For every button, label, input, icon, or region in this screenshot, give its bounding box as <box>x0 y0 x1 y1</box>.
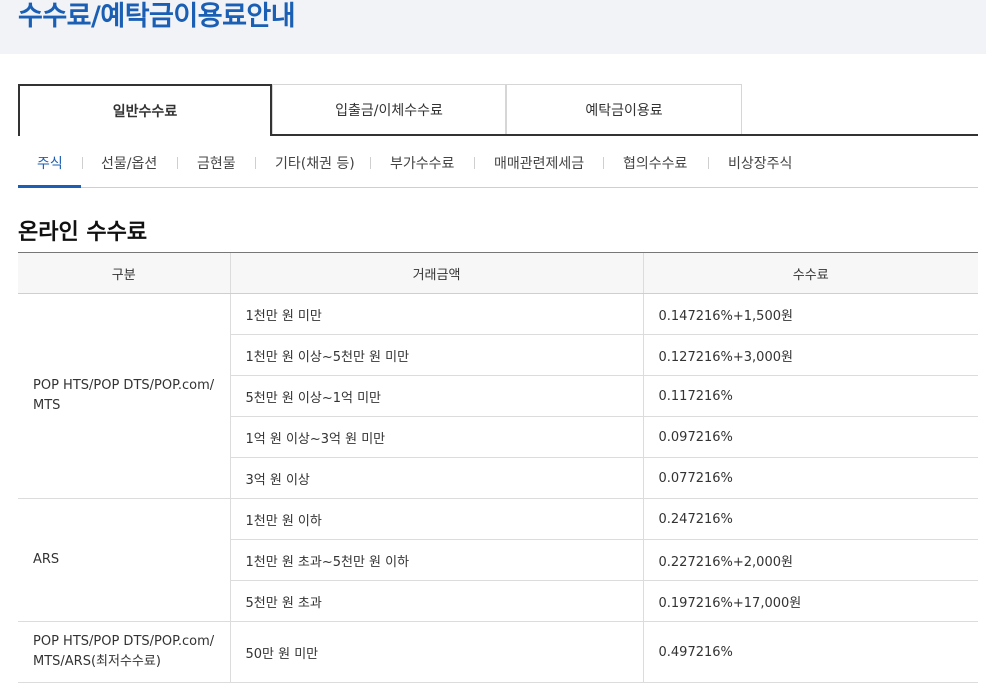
amount-cell: 3억 원 이상 <box>230 457 643 499</box>
subtab-additional-fee[interactable]: 부가수수료 <box>390 140 454 186</box>
fee-cell: 0.097216% <box>642 416 978 458</box>
amount-cell: 1천만 원 초과~5천만 원 이하 <box>230 539 643 581</box>
sub-tabs: 주식 선물/옵션 금현물 기타(채권 등) 부가수수료 매매관련제세금 협의수수… <box>18 140 978 188</box>
amount-cell: 1천만 원 미만 <box>229 293 643 335</box>
tab-deposit-transfer-fee[interactable]: 입출금/이체수수료 <box>272 84 506 134</box>
fee-cell: 0.227216%+2,000원 <box>642 539 978 581</box>
fee-cell: 0.077216% <box>642 457 978 499</box>
divider <box>603 157 604 169</box>
subtab-stock[interactable]: 주식 <box>37 140 63 186</box>
divider <box>474 157 475 169</box>
table-row: POP HTS/POP DTS/POP.com/ MTS 1천만 원 미만 0.… <box>18 293 978 499</box>
category-cell: ARS <box>18 498 231 622</box>
main-tabs: 일반수수료 입출금/이체수수료 예탁금이용료 <box>18 84 978 136</box>
active-subtab-indicator <box>18 185 81 188</box>
amount-cell: 1천만 원 이하 <box>229 498 643 540</box>
amount-cell: 1천만 원 이상~5천만 원 미만 <box>230 334 643 376</box>
amount-cell: 5천만 원 초과 <box>230 580 643 622</box>
fee-cell: 0.197216%+17,000원 <box>642 580 978 622</box>
column-header-category: 구분 <box>18 252 230 294</box>
table-row: ARS 1천만 원 이하 0.247216% <box>18 498 978 622</box>
tab-deposit-interest[interactable]: 예탁금이용료 <box>506 84 742 134</box>
subtab-others-bonds[interactable]: 기타(채권 등) <box>275 140 355 186</box>
page-header: 수수료/예탁금이용료안내 <box>0 0 986 54</box>
fee-cell: 0.127216%+3,000원 <box>642 334 978 376</box>
fee-cell: 0.497216% <box>642 621 978 683</box>
amount-cell: 50만 원 미만 <box>229 621 643 683</box>
table-header-row: 구분 거래금액 수수료 <box>18 252 978 294</box>
fee-table: 구분 거래금액 수수료 POP HTS/POP DTS/POP.com/ MTS… <box>18 252 978 683</box>
subtab-futures-options[interactable]: 선물/옵션 <box>101 140 157 186</box>
category-cell: POP HTS/POP DTS/POP.com/ MTS <box>18 293 231 499</box>
divider <box>370 157 371 169</box>
subtab-gold-spot[interactable]: 금현물 <box>197 140 236 186</box>
subtab-unlisted-stock[interactable]: 비상장주식 <box>728 140 792 186</box>
table-row: POP HTS/POP DTS/POP.com/ MTS/ARS(최저수수료) … <box>18 621 978 683</box>
column-header-amount: 거래금액 <box>229 252 643 294</box>
fee-cell: 0.117216% <box>642 375 978 417</box>
subtab-trading-taxes[interactable]: 매매관련제세금 <box>494 140 584 186</box>
amount-cell: 1억 원 이상~3억 원 미만 <box>230 416 643 458</box>
fee-cell: 0.147216%+1,500원 <box>642 293 978 335</box>
divider <box>708 157 709 169</box>
divider <box>177 157 178 169</box>
fee-cell: 0.247216% <box>642 498 978 540</box>
amount-cell: 5천만 원 이상~1억 미만 <box>230 375 643 417</box>
tab-general-fee[interactable]: 일반수수료 <box>18 84 272 136</box>
category-cell: POP HTS/POP DTS/POP.com/ MTS/ARS(최저수수료) <box>18 621 231 683</box>
column-header-fee: 수수료 <box>642 252 978 294</box>
subtab-negotiated-fee[interactable]: 협의수수료 <box>623 140 687 186</box>
divider <box>82 157 83 169</box>
divider <box>255 157 256 169</box>
page-title: 수수료/예탁금이용료안내 <box>18 1 296 32</box>
section-title: 온라인 수수료 <box>18 220 148 245</box>
